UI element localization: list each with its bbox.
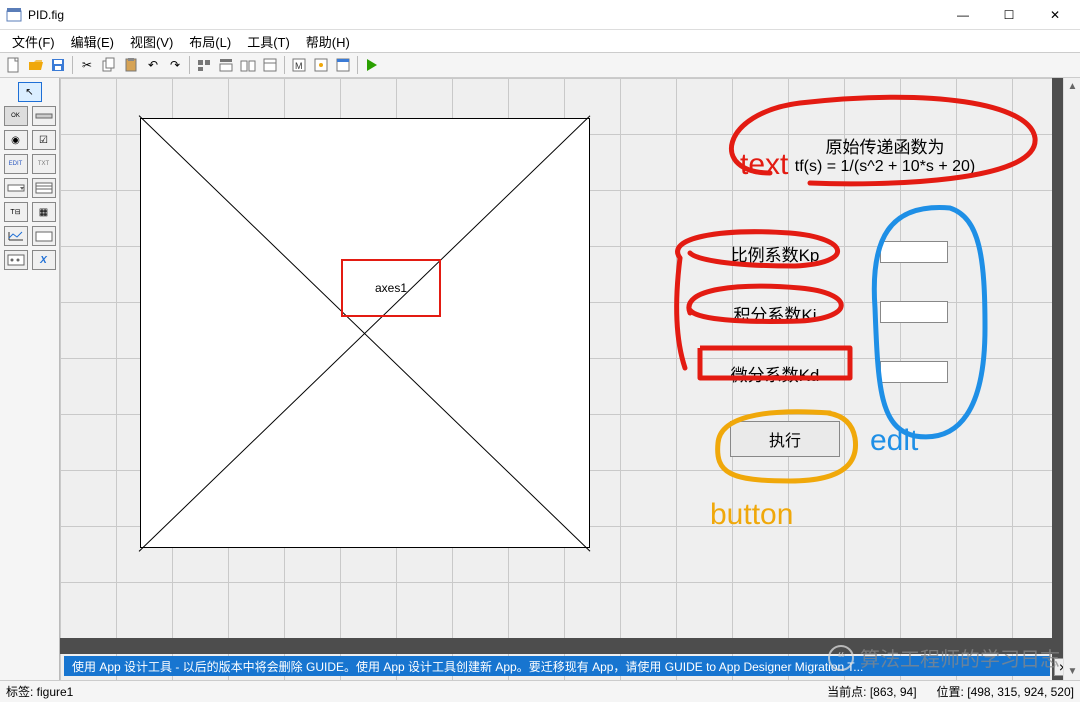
annotation-edit-label: edit [870,424,918,458]
menu-file[interactable]: 文件(F) [4,30,63,53]
static-text-kp[interactable]: 比例系数Kp [695,241,855,266]
menu-view[interactable]: 视图(V) [122,30,181,53]
palette-table[interactable]: ▦ [32,202,56,222]
annotation-text-label: text [740,148,788,182]
status-position: 位置: [498, 315, 924, 520] [937,683,1074,700]
palette-popupmenu[interactable] [4,178,28,198]
toolbar-sep [72,56,73,74]
menu-editor-icon[interactable] [216,55,236,75]
status-current-point: 当前点: [863, 94] [827,683,916,700]
execute-button-label: 执行 [769,427,801,451]
vertical-scrollbar[interactable]: ▲ ▼ [1063,78,1080,680]
palette-activex[interactable]: X [32,250,56,270]
new-icon[interactable] [4,55,24,75]
maximize-button[interactable]: ☐ [986,0,1032,30]
menu-help[interactable]: 帮助(H) [298,30,358,53]
edit-kd[interactable] [880,361,948,383]
menu-tools[interactable]: 工具(T) [239,30,298,53]
titlebar: PID.fig — ☐ ✕ [0,0,1080,30]
watermark: ❝ 算法工程师的学习日志 [828,643,1060,672]
deprecation-banner-text: 使用 App 设计工具 - 以后的版本中将会删除 GUIDE。使用 App 设计… [72,658,863,675]
palette-togglebutton[interactable]: T⊟ [4,202,28,222]
axes1-label-box: axes1 [341,259,441,317]
close-button[interactable]: ✕ [1032,0,1078,30]
editor-icon[interactable]: M [289,55,309,75]
menubar: 文件(F) 编辑(E) 视图(V) 布局(L) 工具(T) 帮助(H) [0,30,1080,52]
palette-radiobutton[interactable]: ◉ [4,130,28,150]
browser-icon[interactable] [333,55,353,75]
window-title: PID.fig [28,8,940,22]
palette-select-arrow[interactable]: ↖ [18,82,42,102]
palette-pushbutton[interactable]: OK [4,106,28,126]
palette-listbox[interactable] [32,178,56,198]
undo-icon[interactable]: ↶ [143,55,163,75]
property-inspector-icon[interactable] [311,55,331,75]
menu-edit[interactable]: 编辑(E) [63,30,122,53]
svg-text:M: M [295,61,303,71]
run-icon[interactable] [362,55,382,75]
toolbar-sep [189,56,190,74]
edit-kp[interactable] [880,241,948,263]
static-text-kd[interactable]: 微分系数Kd [695,361,855,386]
redo-icon[interactable]: ↷ [165,55,185,75]
cut-icon[interactable]: ✂ [77,55,97,75]
edit-ki[interactable] [880,301,948,323]
watermark-icon: ❝ [828,645,854,671]
align-icon[interactable] [194,55,214,75]
open-icon[interactable] [26,55,46,75]
annotation-button-label: button [710,498,793,532]
minimize-button[interactable]: — [940,0,986,30]
axes1-x-cross [141,119,589,547]
menu-layout[interactable]: 布局(L) [181,30,239,53]
toolbar-sep [284,56,285,74]
copy-icon[interactable] [99,55,119,75]
save-icon[interactable] [48,55,68,75]
palette-statictext[interactable]: TXT [32,154,56,174]
watermark-text: 算法工程师的学习日志 [860,643,1060,672]
figure-canvas[interactable]: axes1 原始传递函数为 tf(s) = 1/(s^2 + 10*s + 20… [60,78,1080,680]
static-text-ki[interactable]: 积分系数Ki [695,301,855,326]
palette-panel[interactable] [32,226,56,246]
toolbar-editor-icon[interactable] [260,55,280,75]
paste-icon[interactable] [121,55,141,75]
component-palette: ↖ OK ◉ ☑ EDIT TXT T⊟ ▦ X [0,78,60,680]
palette-slider[interactable] [32,106,56,126]
palette-edittext[interactable]: EDIT [4,154,28,174]
statusbar: 标签: figure1 当前点: [863, 94] 位置: [498, 315… [0,680,1080,702]
toolbar-sep [357,56,358,74]
workarea: ↖ OK ◉ ☑ EDIT TXT T⊟ ▦ X [0,78,1080,680]
palette-buttongroup[interactable] [4,250,28,270]
palette-axes[interactable] [4,226,28,246]
tab-editor-icon[interactable] [238,55,258,75]
app-icon [6,7,22,23]
scrollbar-up-icon[interactable]: ▲ [1064,78,1080,95]
toolbar: ✂ ↶ ↷ M [0,52,1080,78]
axes1-label: axes1 [375,281,407,295]
execute-button[interactable]: 执行 [730,421,840,457]
axes1[interactable]: axes1 [140,118,590,548]
scrollbar-down-icon[interactable]: ▼ [1064,663,1080,680]
status-tag: 标签: figure1 [6,683,73,700]
palette-checkbox[interactable]: ☑ [32,130,56,150]
